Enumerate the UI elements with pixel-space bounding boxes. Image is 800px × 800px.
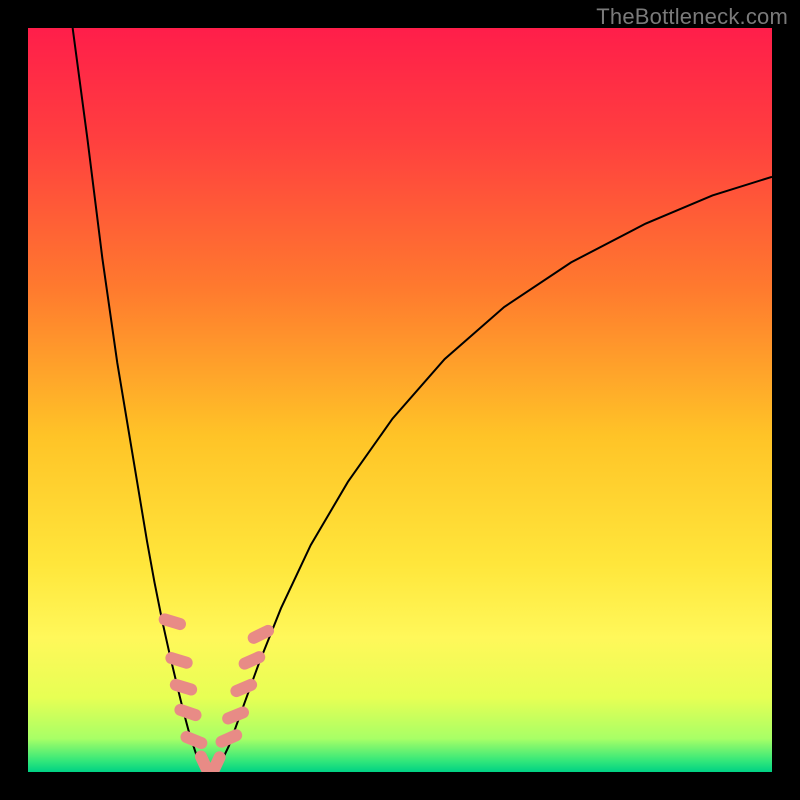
chart-svg [28,28,772,772]
plot-area [28,28,772,772]
chart-frame: TheBottleneck.com [0,0,800,800]
watermark-text: TheBottleneck.com [596,4,788,30]
gradient-background [28,28,772,772]
